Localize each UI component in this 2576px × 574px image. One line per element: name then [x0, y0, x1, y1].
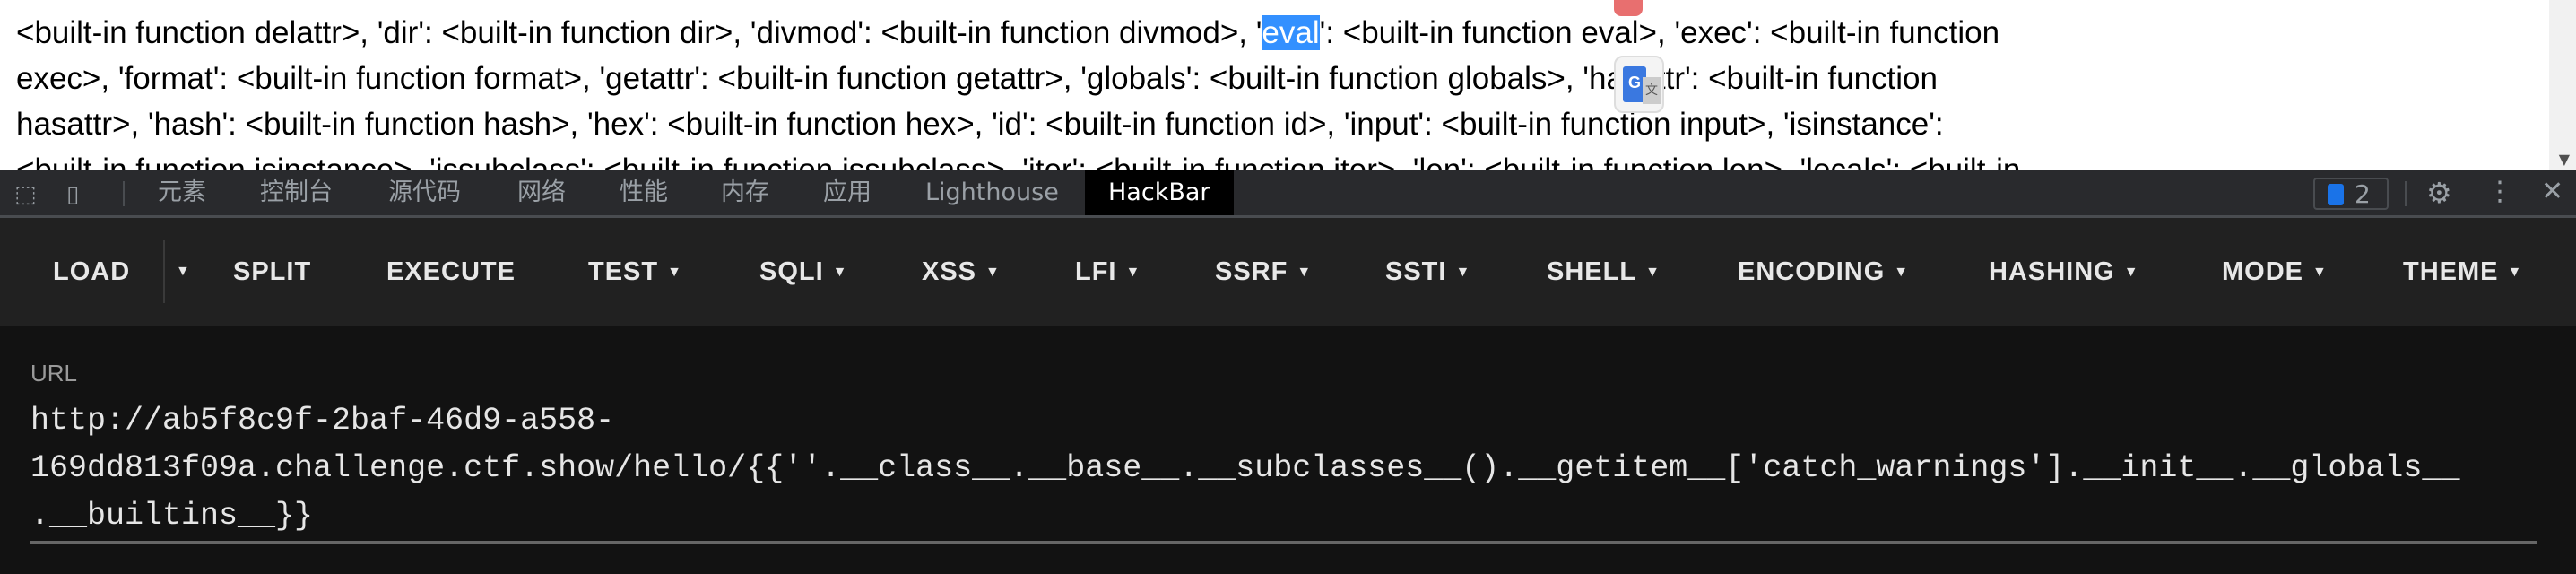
page-text-line: <built-in function isinstance>, 'issubcl…	[16, 152, 2021, 170]
scroll-down-arrow-icon[interactable]: ▼	[2559, 151, 2570, 168]
hackbar-toolbar: LOAD ▼ SPLIT EXECUTE TEST ▼ SQLI ▼ XSS ▼ LF…	[0, 218, 2576, 326]
tab-network[interactable]: 网络	[517, 170, 566, 215]
sqli-menu[interactable]: SQLI ▼	[759, 218, 848, 326]
menu-label: TEST	[588, 257, 659, 286]
url-text-line: http://ab5f8c9f-2baf-46d9-a558-	[30, 403, 615, 439]
close-icon[interactable]: ✕	[2541, 176, 2563, 207]
chevron-down-icon: ▼	[2312, 265, 2328, 281]
chevron-down-icon: ▼	[1455, 265, 1471, 281]
ssrf-menu[interactable]: SSRF ▼	[1215, 218, 1312, 326]
chevron-down-icon: ▼	[1125, 265, 1141, 281]
hashing-menu[interactable]: HASHING ▼	[1989, 218, 2139, 326]
ssti-menu[interactable]: SSTI ▼	[1385, 218, 1470, 326]
chevron-down-icon: ▼	[1297, 265, 1313, 281]
chevron-down-icon: ▼	[985, 265, 1001, 281]
menu-label: HASHING	[1989, 257, 2115, 286]
menu-label: SSRF	[1215, 257, 1288, 286]
tab-application[interactable]: 应用	[823, 170, 872, 215]
devtools-tab-bar: ⬚ ▯ 元素 控制台 源代码 网络 性能 内存 应用 Lighthouse Ha…	[0, 170, 2576, 218]
menu-label: XSS	[922, 257, 977, 286]
chevron-down-icon: ▼	[832, 265, 848, 281]
menu-label: SQLI	[759, 257, 824, 286]
page-content: <built-in function delattr>, 'dir': <bui…	[0, 0, 2576, 170]
tab-lighthouse[interactable]: Lighthouse	[925, 170, 1059, 215]
encoding-menu[interactable]: ENCODING ▼	[1738, 218, 1909, 326]
issues-icon	[2328, 184, 2344, 205]
tab-sources[interactable]: 源代码	[388, 170, 461, 215]
load-dropdown-icon[interactable]: ▼	[176, 218, 191, 326]
inspect-icon[interactable]: ⬚	[14, 181, 37, 208]
theme-menu[interactable]: THEME ▼	[2403, 218, 2522, 326]
divider	[163, 240, 165, 303]
split-button[interactable]: SPLIT	[233, 218, 311, 326]
page-text-line: <built-in function delattr>, 'dir': <bui…	[16, 13, 1999, 53]
url-text-line: .__builtins__}}	[30, 498, 314, 534]
tab-memory[interactable]: 内存	[721, 170, 769, 215]
test-menu[interactable]: TEST ▼	[588, 218, 682, 326]
lfi-menu[interactable]: LFI ▼	[1075, 218, 1141, 326]
divider	[2405, 181, 2407, 206]
chevron-down-icon: ▼	[2123, 265, 2139, 281]
device-toggle-icon[interactable]: ▯	[66, 181, 79, 208]
translate-icon[interactable]: G文	[1614, 56, 1664, 113]
load-button[interactable]: LOAD	[53, 218, 130, 326]
execute-button[interactable]: EXECUTE	[386, 218, 516, 326]
search-selection-icon[interactable]	[1614, 0, 1643, 16]
issues-count: 2	[2355, 179, 2371, 209]
text-segment: ': <built-in function eval>, 'exec': <bu…	[1319, 15, 2000, 50]
menu-label: THEME	[2403, 257, 2499, 286]
xss-menu[interactable]: XSS ▼	[922, 218, 1001, 326]
issues-badge[interactable]: 2	[2313, 178, 2389, 210]
chevron-down-icon: ▼	[667, 265, 682, 281]
menu-label: LFI	[1075, 257, 1117, 286]
mode-menu[interactable]: MODE ▼	[2222, 218, 2328, 326]
chevron-down-icon: ▼	[1894, 265, 1910, 281]
url-text-line: 169dd813f09a.challenge.ctf.show/hello/{{…	[30, 450, 2460, 486]
hackbar-content: URL http://ab5f8c9f-2baf-46d9-a558- 169d…	[0, 326, 2576, 574]
more-icon[interactable]: ⋮	[2486, 176, 2513, 207]
tab-console[interactable]: 控制台	[260, 170, 333, 215]
tab-elements[interactable]: 元素	[158, 170, 206, 215]
menu-label: MODE	[2222, 257, 2303, 286]
tab-performance[interactable]: 性能	[620, 170, 668, 215]
text-segment: <built-in function delattr>, 'dir': <bui…	[16, 15, 1262, 50]
menu-label: SSTI	[1385, 257, 1447, 286]
selected-text[interactable]: eval	[1262, 15, 1320, 50]
menu-label: ENCODING	[1738, 257, 1886, 286]
page-scrollbar[interactable]: ▼	[2549, 0, 2576, 170]
url-label: URL	[30, 360, 78, 387]
gear-icon[interactable]: ⚙	[2426, 176, 2452, 210]
divider	[123, 181, 125, 206]
menu-label: SHELL	[1547, 257, 1637, 286]
url-input[interactable]: http://ab5f8c9f-2baf-46d9-a558- 169dd813…	[30, 397, 2537, 544]
shell-menu[interactable]: SHELL ▼	[1547, 218, 1661, 326]
chevron-down-icon: ▼	[1645, 265, 1661, 281]
tab-hackbar[interactable]: HackBar	[1085, 170, 1234, 215]
chevron-down-icon: ▼	[2507, 265, 2523, 281]
